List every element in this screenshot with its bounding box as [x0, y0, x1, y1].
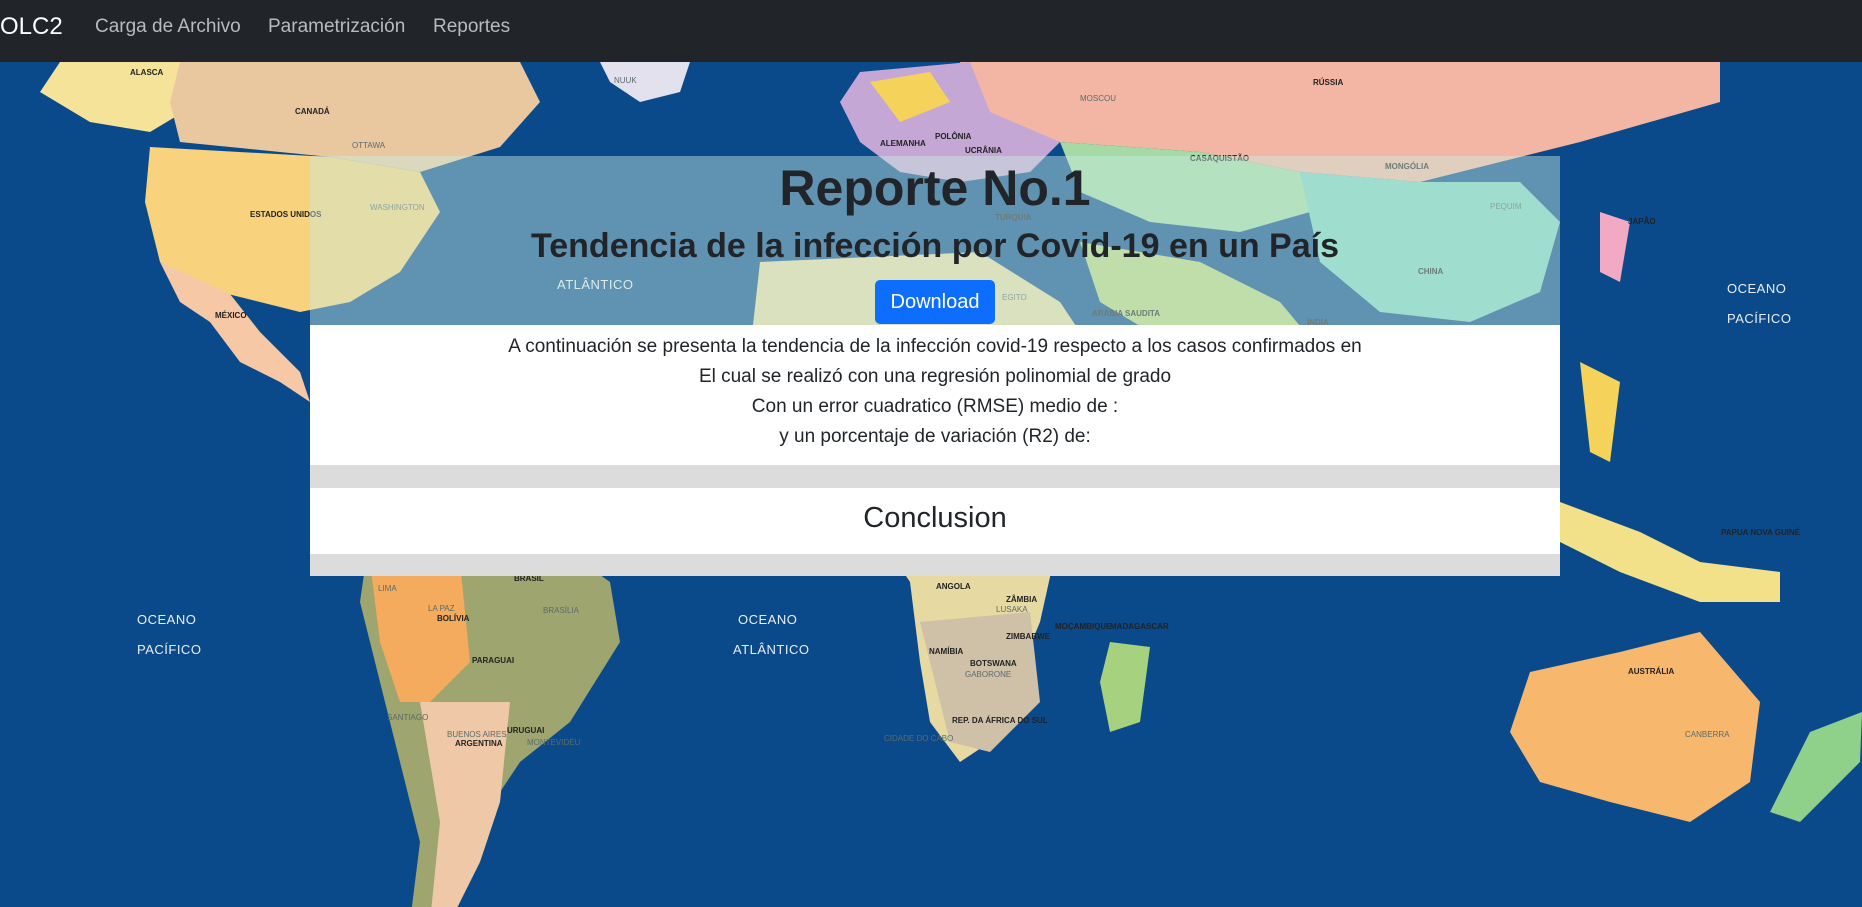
conclusion-title: Conclusion	[863, 502, 1007, 534]
map-label: BOLÍVIA	[437, 614, 470, 623]
map-label: AUSTRÁLIA	[1628, 667, 1675, 676]
report-rmse-line: Con un error cuadratico (RMSE) medio de …	[751, 396, 1119, 417]
map-label: CIDADE DO CABO	[884, 734, 954, 743]
map-label: OTTAWA	[352, 141, 386, 150]
ocean-label: OCEANO	[738, 612, 798, 627]
map-label: MOÇAMBIQUE	[1055, 622, 1112, 631]
map-label: LIMA	[378, 584, 397, 593]
map-label: ZIMBABWE	[1006, 632, 1050, 641]
map-label: LUSAKA	[996, 605, 1028, 614]
report-body: A continuación se presenta la tendencia …	[310, 325, 1560, 465]
ocean-label: OCEANO	[1727, 281, 1787, 296]
ocean-label: OCEANO	[137, 612, 197, 627]
ocean-label: PACÍFICO	[1727, 311, 1792, 326]
ocean-label: ATLÂNTICO	[733, 642, 810, 657]
map-label: NAMÍBIA	[929, 647, 964, 656]
download-button[interactable]: Download	[875, 280, 995, 324]
map-label: JAPÃO	[1628, 217, 1656, 226]
navbar: OLC2 Carga de Archivo Parametrización Re…	[0, 0, 1862, 62]
conclusion-section: Conclusion	[310, 488, 1560, 554]
map-label: MOSCOU	[1080, 94, 1116, 103]
report-card: Reporte No.1 Tendencia de la infección p…	[310, 156, 1560, 576]
map-label: ANGOLA	[936, 582, 971, 591]
report-title: Reporte No.1	[779, 160, 1091, 216]
map-label: POLÔNIA	[935, 132, 972, 141]
map-label: NUUK	[614, 76, 637, 85]
nav-parametrizacion[interactable]: Parametrización	[268, 16, 405, 38]
map-label: MONTEVIDÉU	[527, 738, 581, 747]
map-label: MÉXICO	[215, 311, 247, 320]
map-label: LA PAZ	[428, 604, 455, 613]
report-subtitle: Tendencia de la infección por Covid-19 e…	[531, 227, 1339, 265]
graph-placeholder	[310, 465, 1560, 488]
nav-reportes[interactable]: Reportes	[433, 16, 510, 38]
map-label: ALEMANHA	[880, 139, 926, 148]
map-label: BRASÍLIA	[543, 606, 580, 615]
map-label: ALASCA	[130, 68, 164, 77]
report-description-line: A continuación se presenta la tendencia …	[508, 336, 1362, 357]
report-regression-line: El cual se realizó con una regresión pol…	[698, 366, 1172, 387]
map-label: UCRÂNIA	[965, 146, 1002, 155]
map-label: RÚSSIA	[1313, 78, 1344, 87]
map-label: ARGENTINA	[455, 739, 503, 748]
brand[interactable]: OLC2	[0, 13, 63, 41]
map-label: BOTSWANA	[970, 659, 1017, 668]
map-label: GABORONE	[965, 670, 1012, 679]
map-label: PAPUA NOVA GUINÉ	[1721, 528, 1801, 537]
map-label: SANTIAGO	[387, 713, 429, 722]
report-r2-line: y un porcentaje de variación (R2) de:	[779, 426, 1091, 447]
map-label: REP. DA ÁFRICA DO SUL	[952, 716, 1048, 725]
nav-carga-de-archivo[interactable]: Carga de Archivo	[95, 16, 241, 38]
report-header: Reporte No.1 Tendencia de la infección p…	[310, 156, 1560, 325]
map-label: URUGUAI	[507, 726, 545, 735]
map-label: CANADÁ	[295, 107, 330, 116]
map-label: BUENOS AIRES	[447, 730, 507, 739]
ocean-label: PACÍFICO	[137, 642, 202, 657]
map-label: ZÂMBIA	[1006, 595, 1038, 604]
map-label: MADAGASCAR	[1110, 622, 1169, 631]
map-label: CANBERRA	[1685, 730, 1730, 739]
conclusion-content-placeholder	[310, 554, 1560, 576]
map-label: PARAGUAI	[472, 656, 515, 665]
